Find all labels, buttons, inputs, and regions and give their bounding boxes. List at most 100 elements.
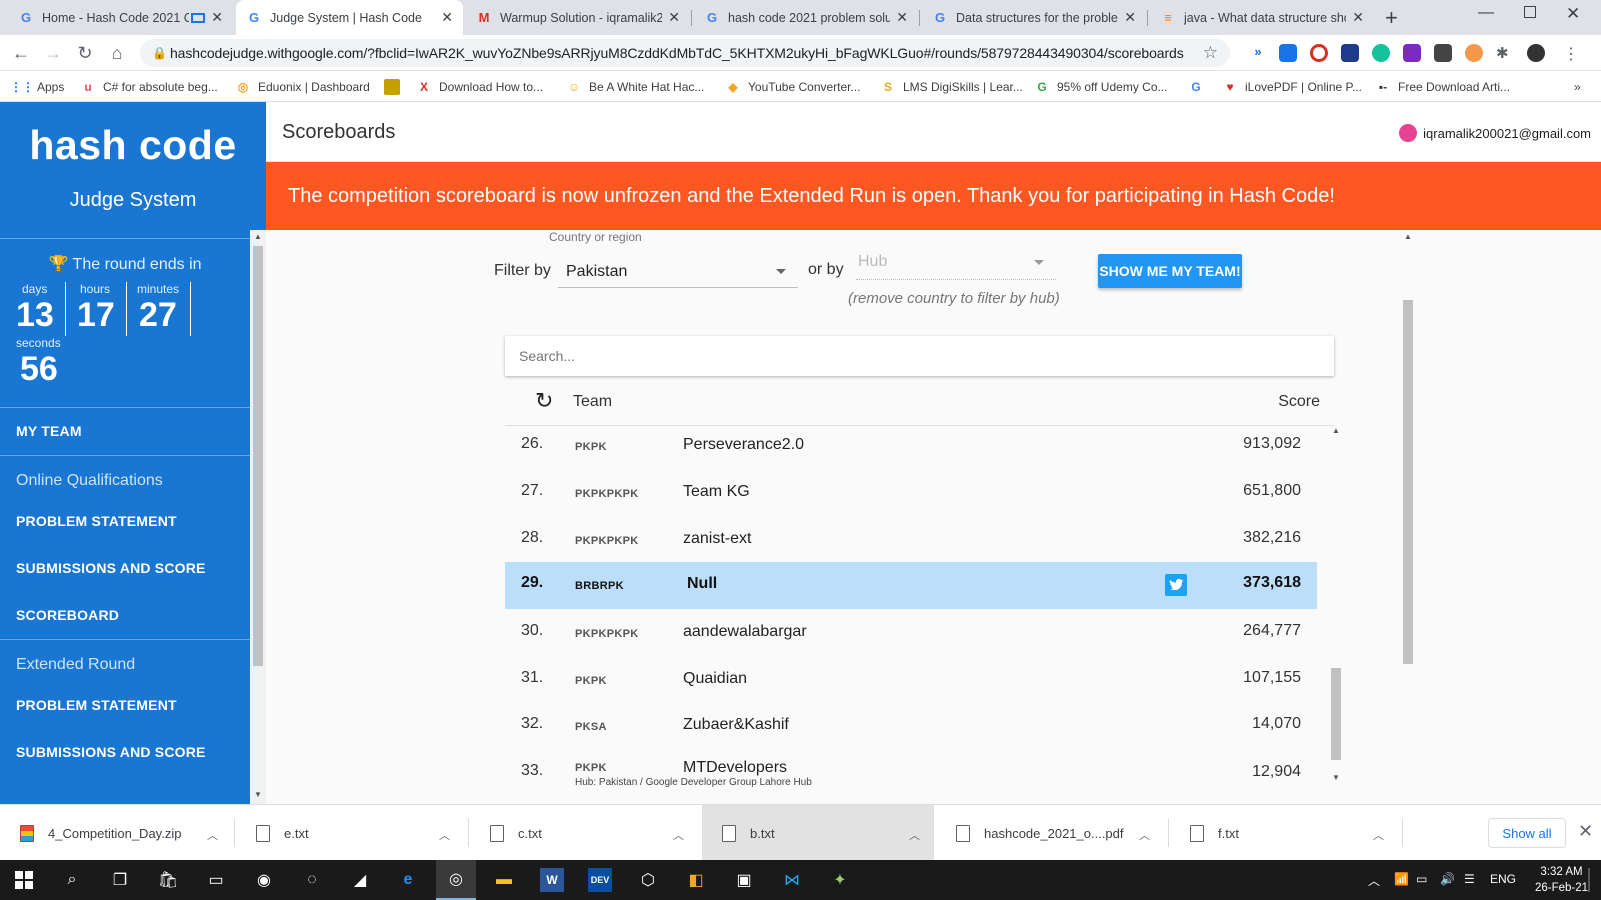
back-button[interactable]: ← [10,42,32,64]
nav-oq-submissions[interactable]: SUBMISSIONS AND SCORE [16,560,206,576]
tab-data-structures[interactable]: G Data structures for the problem ✕ [922,0,1146,35]
grammarly-icon[interactable] [1372,44,1390,62]
user-account[interactable]: iqramalik200021@gmail.com [1399,124,1591,142]
app-icon[interactable]: ✦ [828,868,852,892]
extension-icon[interactable] [1310,44,1328,62]
bookmark-free-download[interactable]: ▪- Free Download Arti... [1375,77,1510,97]
extension-icon[interactable]: » [1249,44,1267,62]
file-explorer-icon[interactable]: ▬ [492,868,516,892]
vscode-icon[interactable]: ⋈ [780,868,804,892]
download-item[interactable]: f.txt ︿ [1170,805,1398,861]
reload-button[interactable]: ↻ [74,42,96,64]
twitter-icon[interactable] [1165,574,1187,596]
forward-button[interactable]: → [42,42,64,64]
tab-java-data-structure[interactable]: ≡ java - What data structure shou ✕ [1150,0,1374,35]
menu-kebab-icon[interactable]: ⋮ [1562,44,1580,63]
app-icon[interactable]: ◢ [348,868,372,892]
clock[interactable]: 3:32 AM 26-Feb-21 [1535,864,1588,896]
nav-er-problem-statement[interactable]: PROBLEM STATEMENT [16,697,177,713]
bookmark-udemy-coupon[interactable]: G 95% off Udemy Co... [1034,77,1167,97]
hub-select[interactable]: Hub [856,246,1056,280]
close-icon[interactable]: ✕ [1124,9,1136,26]
hash-code-logo[interactable]: hash code [0,122,266,169]
show-all-downloads-button[interactable]: Show all [1488,818,1566,848]
bookmark-google[interactable]: G [1188,77,1211,97]
download-item[interactable]: hashcode_2021_o....pdf ︿ [936,805,1164,861]
nav-oq-problem-statement[interactable]: PROBLEM STATEMENT [16,513,177,529]
minimize-icon[interactable]: — [1478,4,1494,22]
close-icon[interactable]: ✕ [896,9,908,26]
bookmark-youtube-converter[interactable]: ◆ YouTube Converter... [725,77,860,97]
chrome-icon[interactable]: ◎ [436,860,476,900]
close-icon[interactable]: ✕ [668,9,680,26]
star-icon[interactable]: ☆ [1203,43,1218,63]
table-row[interactable]: 27. PKPKPKPK Team KG 651,800 [505,470,1317,517]
table-row[interactable]: 30. PKPKPKPK aandewalabargar 264,777 [505,610,1317,657]
app-icon[interactable]: ◌ [300,868,324,892]
bookmark-ilovepdf[interactable]: ♥ iLovePDF | Online P... [1222,77,1362,97]
tab-judge-system[interactable]: G Judge System | Hash Code ✕ [236,0,463,35]
network-icon[interactable]: 📶 [1394,872,1409,886]
tab-hash-code-solution[interactable]: G hash code 2021 problem soluti ✕ [694,0,918,35]
bookmark-csharp[interactable]: u C# for absolute beg... [80,77,217,97]
extension-icon[interactable] [1465,44,1483,62]
url-bar[interactable]: 🔒 hashcodejudge.withgoogle.com/?fbclid=I… [140,39,1230,67]
refresh-icon[interactable]: ↻ [535,388,553,414]
scrollbar-thumb[interactable] [1403,300,1413,664]
nav-er-submissions[interactable]: SUBMISSIONS AND SCORE [16,744,206,760]
bookmark-lms-digiskills[interactable]: S LMS DigiSkills | Lear... [880,77,1023,97]
table-row[interactable]: 33. PKPK MTDevelopers Hub: Pakistan / Go… [505,750,1317,797]
scroll-up-icon[interactable]: ▲ [1404,232,1412,241]
table-scrollbar[interactable]: ▲ ▼ [1328,423,1345,785]
tab-home-hash-code[interactable]: G Home - Hash Code 2021 C ✕ [8,0,233,35]
close-icon[interactable]: ✕ [1352,9,1364,26]
task-view-icon[interactable]: ❐ [108,868,132,892]
country-select[interactable]: Pakistan [558,254,798,288]
puzzle-icon[interactable]: ✱ [1496,44,1514,62]
chevron-up-icon[interactable]: ︿ [1139,827,1150,843]
scroll-down-icon[interactable]: ▼ [1332,773,1340,782]
volume-icon[interactable]: 🔊 [1440,872,1455,886]
app-icon[interactable]: ▣ [732,868,756,892]
download-item[interactable]: 4_Competition_Day.zip ︿ [0,805,232,861]
close-downloads-icon[interactable]: ✕ [1578,821,1593,842]
bookmark-apps[interactable]: ⋮⋮ Apps [10,77,64,97]
restore-icon[interactable] [1524,6,1536,18]
tab-warmup-solution[interactable]: M Warmup Solution - iqramalik20 ✕ [466,0,690,35]
edge-icon[interactable]: e [396,868,420,892]
nav-my-team[interactable]: MY TEAM [16,423,82,439]
chevron-up-icon[interactable]: ︿ [207,827,218,843]
download-item[interactable]: b.txt ︿ [702,805,934,861]
windows-start-icon[interactable] [12,868,36,892]
chevron-up-icon[interactable]: ︿ [439,827,450,843]
language-indicator[interactable]: ENG [1490,872,1516,886]
table-row-highlighted[interactable]: 29. BRBRPK Null 373,618 [505,562,1317,609]
store-icon[interactable]: 🛍 [156,868,180,892]
extension-icon[interactable] [1279,44,1297,62]
table-row[interactable]: 28. PKPKPKPK zanist-ext 382,216 [505,517,1317,564]
download-item[interactable]: c.txt ︿ [470,805,698,861]
sidebar-scrollbar[interactable]: ▲ ▼ [250,230,266,804]
search-icon[interactable]: ⌕ [60,868,84,892]
bookmark-white-hat[interactable]: ☺ Be A White Hat Hac... [566,77,705,97]
chevron-up-icon[interactable]: ︿ [909,827,920,843]
word-icon[interactable]: W [540,868,564,892]
scroll-down-icon[interactable]: ▼ [254,790,262,799]
battery-icon[interactable]: ▭ [1416,872,1427,886]
table-row[interactable]: 31. PKPK Quaidian 107,155 [505,657,1317,704]
show-my-team-button[interactable]: SHOW ME MY TEAM! [1098,254,1242,288]
scrollbar-thumb[interactable] [253,246,263,666]
close-icon[interactable]: ✕ [441,9,453,26]
extension-icon[interactable] [1434,44,1452,62]
scrollbar-thumb[interactable] [1331,668,1341,760]
notification-message-icon[interactable]: ☰ [1464,872,1475,886]
page-scrollbar[interactable]: ▲ [1400,230,1416,804]
extension-icon[interactable] [1341,44,1359,62]
chevron-up-icon[interactable]: ︿ [1373,827,1384,843]
bookmark-download-how[interactable]: X Download How to... [416,77,543,97]
cube-icon[interactable]: ⬡ [636,868,660,892]
download-item[interactable]: e.txt ︿ [236,805,464,861]
bookmark-eduonix[interactable]: ◎ Eduonix | Dashboard [235,77,370,97]
close-icon[interactable]: ✕ [211,9,223,26]
nav-oq-scoreboard[interactable]: SCOREBOARD [16,607,119,623]
